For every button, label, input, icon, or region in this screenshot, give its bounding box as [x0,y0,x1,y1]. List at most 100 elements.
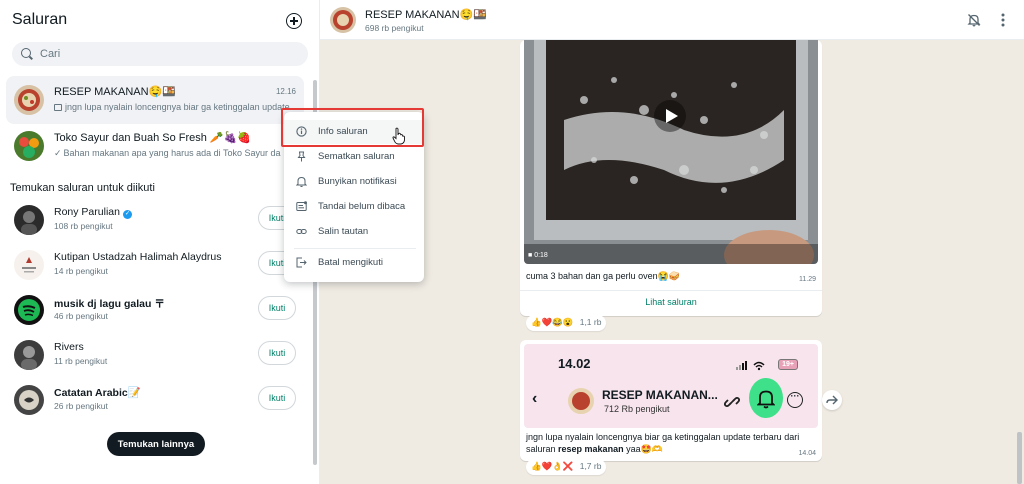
discover-name: Rony Parulian ✓ [54,206,132,219]
menu-item-label: Salin tautan [318,226,369,237]
channel-avatar [14,385,44,415]
channel-preview-text: Bahan makanan apa yang harus ada di Toko… [63,148,281,158]
screenshot-avatar [568,388,594,414]
menu-item-label: Tandai belum dibaca [318,201,406,212]
message-reactions[interactable]: 👍❤️😂😮 1,1 rb [526,315,607,331]
video-thumbnail[interactable]: ■ 0:18 [524,40,818,264]
follow-button[interactable]: Ikuti [258,296,296,320]
plus-circle-icon[interactable] [286,13,302,29]
hand-cursor-icon [392,127,405,145]
discover-item[interactable]: Rony Parulian ✓ 108 rb pengikut Ikuti [6,198,304,243]
discover-followers: 46 rb pengikut [54,311,108,321]
channel-avatar [14,250,44,280]
message-time: 11.29 [799,276,816,283]
message-bubble: ■ 0:18 cuma 3 bahan dan ga perlu oven😭🥪 … [520,40,822,316]
search-icon [21,48,31,58]
search-input[interactable] [40,45,300,63]
message-text: jngn lupa nyalain loncengnya biar ga ket… [526,432,800,454]
channel-avatar [14,295,44,325]
link-icon [296,229,307,234]
channel-avatar [14,205,44,235]
link-icon [724,396,740,408]
channel-header[interactable]: RESEP MAKANAN🤤🍱 698 rb pengikut [320,0,1024,40]
reaction-emojis: 👍❤️👌❌ [531,461,574,471]
screenshot-time: 14.02 [558,356,591,371]
message-time: 14.04 [798,450,816,457]
channel-avatar [14,85,44,115]
play-icon [666,109,678,123]
follow-button[interactable]: Ikuti [258,341,296,365]
menu-item-mark-unread[interactable]: Tandai belum dibaca [284,195,424,219]
message-reactions[interactable]: 👍❤️👌❌ 1,7 rb [526,459,607,475]
channel-name: RESEP MAKANAN🤤🍱 [54,86,176,98]
channel-item-resep-makanan[interactable]: RESEP MAKANAN🤤🍱 12.16 jngn lupa nyalain … [6,76,304,124]
discover-followers: 11 rb pengikut [54,356,108,366]
channel-avatar [14,131,44,161]
image-icon [54,104,62,111]
menu-item-unfollow[interactable]: Batal mengikuti [284,251,424,275]
menu-item-copy-link[interactable]: Salin tautan [284,220,424,244]
menu-item-label: Sematkan saluran [318,151,395,162]
screenshot-followers: 712 Rb pengikut [604,404,670,414]
channel-item-toko-sayur[interactable]: Toko Sayur dan Buah So Fresh 🥕🍇🍓 ✓ Bahan … [6,122,304,170]
more-horizontal-icon: ··· [787,392,803,408]
discover-followers: 14 rb pengikut [54,266,108,276]
reaction-count: 1,7 rb [579,461,602,471]
more-vertical-icon[interactable] [1001,13,1005,27]
channel-avatar[interactable] [330,7,356,33]
play-button[interactable] [654,100,686,132]
exit-icon [296,257,307,268]
forward-button[interactable] [822,390,842,410]
discover-followers: 26 rb pengikut [54,401,108,411]
message-text: cuma 3 bahan dan ga perlu oven😭🥪 [526,271,681,281]
mark-unread-icon [296,201,307,211]
search-box[interactable] [12,42,308,66]
signal-icon [736,361,765,371]
channel-followers: 698 rb pengikut [365,23,424,33]
sidebar-header: Saluran [0,0,320,42]
discover-item[interactable]: Kutipan Ustadzah Halimah Alaydrus 14 rb … [6,243,304,288]
discover-item[interactable]: Rivers 11 rb pengikut Ikuti [6,333,304,378]
discover-name: musik dj lagu galau 〒 [54,298,165,310]
channel-name: Toko Sayur dan Buah So Fresh 🥕🍇🍓 [54,132,252,144]
channel-sidebar: Saluran RESEP MAKANAN🤤🍱 12.16 jngn lupa … [0,0,320,484]
check-icon: ✓ [54,148,62,158]
discover-name: Catatan Arabic📝 [54,387,141,399]
discover-item[interactable]: Catatan Arabic📝 26 rb pengikut Ikuti [6,378,304,423]
channel-view: RESEP MAKANAN🤤🍱 698 rb pengikut ■ 0:18 c… [320,0,1024,484]
menu-item-label: Bunyikan notifikasi [318,176,397,187]
forward-icon [826,395,838,405]
menu-item-label: Batal mengikuti [318,257,383,268]
discover-section-title: Temukan saluran untuk diikuti [10,182,155,194]
discover-item[interactable]: musik dj lagu galau 〒 46 rb pengikut Iku… [6,288,304,333]
sidebar-title: Saluran [12,11,68,28]
image-attachment[interactable]: 14.02 19+ ‹ RESEP MAKANAN... 712 Rb peng… [524,344,818,428]
reaction-count: 1,1 rb [579,317,602,327]
menu-divider [294,248,416,249]
reaction-emojis: 👍❤️😂😮 [531,317,574,327]
bell-icon [757,390,775,409]
channel-preview: ✓ Bahan makanan apa yang harus ada di Tok… [54,148,294,159]
discover-followers: 108 rb pengikut [54,221,113,231]
battery-icon: 19+ [778,359,798,370]
menu-item-pin[interactable]: Sematkan saluran [284,145,424,169]
screenshot-channel-name: RESEP MAKANAN... [602,388,718,402]
bell-off-icon[interactable] [967,13,981,27]
channel-preview: jngn lupa nyalain loncengnya biar ga ket… [54,102,294,112]
follow-button[interactable]: Ikuti [258,386,296,410]
channel-preview-text: jngn lupa nyalain loncengnya biar ga ket… [65,102,290,112]
view-channel-link[interactable]: Lihat saluran [520,290,822,316]
discover-name: Kutipan Ustadzah Halimah Alaydrus [54,251,222,263]
bell-icon [296,176,307,187]
channel-time: 12.16 [275,87,296,96]
back-arrow-icon: ‹ [532,390,538,407]
menu-item-notify[interactable]: Bunyikan notifikasi [284,170,424,194]
pin-icon [297,151,306,162]
discover-name: Rivers [54,341,84,353]
verified-icon: ✓ [122,210,132,219]
channel-avatar [14,340,44,370]
video-duration: ■ 0:18 [528,252,548,259]
channel-title: RESEP MAKANAN🤤🍱 [365,9,487,21]
chat-scrollbar[interactable] [1017,432,1022,484]
find-more-button[interactable]: Temukan lainnya [107,432,205,456]
